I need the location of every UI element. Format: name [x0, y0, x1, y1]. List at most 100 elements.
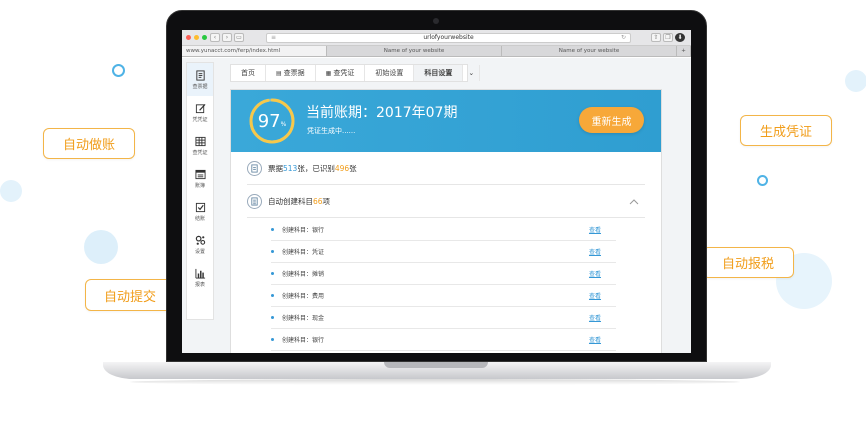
item-label: 创建科目：费用	[282, 293, 325, 300]
main-panel: 97% 当前账期：2017年07期 凭证生成中...... 重新生成 票据 513…	[230, 89, 662, 353]
screen: ‹ › ▭ ≡ urlofyourwebsite ↻ ⇧ ❐ ⬇ www.yun…	[182, 30, 691, 353]
receipts-prefix: 票据	[268, 163, 283, 173]
stage: 自动做账 生成凭证 自动报税 自动提交 ‹ › ▭ ≡ urlofyourweb…	[0, 0, 866, 423]
app: 查票据 凭凭证 查凭证 账簿 结账 设置 报表 首页 ▤ 查票据 ▦ 查凭证 初…	[182, 58, 691, 353]
new-tab-icon[interactable]: +	[677, 46, 691, 56]
laptop-notch	[384, 362, 488, 368]
grid-icon	[194, 136, 206, 146]
sidebar-item-label: 结账	[194, 215, 205, 222]
progress-percent: 97%	[247, 96, 297, 146]
camera-icon	[433, 18, 439, 24]
receipts-mid: 张，已识别	[297, 163, 335, 173]
sidebar-item-label: 查票据	[192, 83, 208, 90]
tab-label: 查票据	[283, 69, 305, 77]
address-bar[interactable]: ≡ urlofyourwebsite ↻	[266, 32, 631, 43]
list-icon	[247, 193, 262, 209]
document-icon	[195, 69, 205, 81]
bullet-icon	[271, 250, 274, 253]
accounts-prefix: 自动创建科目	[268, 196, 313, 206]
receipts-summary: 票据 513 张，已识别 496 张	[247, 152, 645, 185]
sidebar-item-make-voucher[interactable]: 凭凭证	[187, 96, 213, 129]
sidebar-item-label: 报表	[194, 281, 205, 288]
bullet-icon	[271, 338, 274, 341]
view-link[interactable]: 查看	[589, 247, 601, 256]
sidebar-item-receipts[interactable]: 查票据	[187, 63, 213, 96]
regenerate-button[interactable]: 重新生成	[579, 107, 644, 133]
back-icon[interactable]: ‹	[210, 33, 220, 42]
list-item: 创建科目：现金 查看	[271, 307, 616, 329]
pencil-icon	[195, 103, 206, 113]
sidebar-item-label: 凭凭证	[192, 116, 208, 123]
sidebar-item-ledger[interactable]: 账簿	[187, 162, 213, 195]
bullet-icon	[271, 228, 274, 231]
download-icon[interactable]: ⬇	[675, 33, 685, 42]
check-icon	[195, 202, 205, 212]
tag-generate-voucher: 生成凭证	[740, 115, 832, 146]
sidebar-item-label: 设置	[194, 248, 205, 255]
browser-tab[interactable]: Name of your website	[327, 46, 502, 56]
list-item: 创建科目：银行 查看	[271, 329, 616, 351]
lines-icon: ≡	[271, 34, 277, 41]
browser-tab[interactable]: Name of your website	[502, 46, 677, 56]
minimize-light-icon[interactable]	[194, 35, 199, 40]
accounts-summary[interactable]: 自动创建科目 66 项	[247, 185, 645, 218]
sidebar-item-close-books[interactable]: 结账	[187, 195, 213, 228]
reload-icon[interactable]: ↻	[621, 34, 626, 41]
view-link[interactable]: 查看	[589, 291, 601, 300]
item-label: 创建科目：现金	[282, 315, 325, 322]
percent-value: 97	[257, 110, 281, 132]
forward-icon[interactable]: ›	[222, 33, 232, 42]
tab-home[interactable]: 首页	[231, 65, 266, 81]
decor-circle	[112, 64, 125, 77]
sidebar-item-label: 账簿	[194, 182, 205, 189]
close-light-icon[interactable]	[186, 35, 191, 40]
tag-auto-bookkeeping: 自动做账	[43, 128, 135, 159]
tab-account-settings[interactable]: 科目设置	[414, 65, 464, 81]
tab-vouchers[interactable]: ▦ 查凭证	[316, 65, 366, 81]
ledger-icon	[194, 169, 206, 179]
decor-circle	[84, 230, 118, 264]
decor-circle	[757, 175, 768, 186]
sidebar-item-reports[interactable]: 报表	[187, 261, 213, 294]
accounts-count: 66	[313, 196, 323, 206]
item-label: 创建科目：银行	[282, 227, 325, 234]
sidebar: 查票据 凭凭证 查凭证 账簿 结账 设置 报表	[186, 62, 214, 320]
chevron-down-icon[interactable]: ⌄	[463, 65, 481, 81]
view-link[interactable]: 查看	[589, 225, 601, 234]
tabs-icon[interactable]: ❐	[663, 33, 673, 42]
item-label: 创建科目：凭证	[282, 249, 325, 256]
tab-init-settings[interactable]: 初始设置	[365, 65, 415, 81]
generation-status: 凭证生成中......	[307, 127, 356, 135]
tab-label: 查凭证	[333, 69, 355, 77]
receipts-count: 513	[283, 163, 298, 173]
sidebar-item-settings[interactable]: 设置	[187, 228, 213, 261]
item-label: 创建科目：摊销	[282, 271, 325, 278]
receipts-recognized: 496	[334, 163, 350, 173]
period-banner: 97% 当前账期：2017年07期 凭证生成中...... 重新生成	[231, 90, 661, 152]
list-item: 创建科目：凭证 查看	[271, 241, 616, 263]
view-link[interactable]: 查看	[589, 335, 601, 344]
percent-unit: %	[280, 120, 287, 128]
sidebar-item-label: 查凭证	[192, 149, 208, 156]
sidebar-toggle-icon[interactable]: ▭	[234, 33, 244, 42]
view-link[interactable]: 查看	[589, 269, 601, 278]
browser-tab-active[interactable]: www.yunacct.com/ferp/index.html	[182, 46, 327, 56]
accounts-suffix: 项	[322, 196, 331, 206]
chevron-up-icon[interactable]	[627, 195, 641, 209]
tag-auto-submit: 自动提交	[85, 279, 175, 311]
view-link[interactable]: 查看	[589, 313, 601, 322]
gears-icon	[195, 235, 205, 245]
tag-auto-tax: 自动报税	[702, 247, 794, 278]
share-icon[interactable]: ⇧	[651, 33, 661, 42]
bullet-icon	[271, 272, 274, 275]
receipt-icon	[247, 160, 262, 176]
sidebar-item-vouchers[interactable]: 查凭证	[187, 129, 213, 162]
bar-chart-icon	[194, 268, 205, 279]
list-item: 创建科目：摊销 查看	[271, 263, 616, 285]
current-period: 当前账期：2017年07期	[306, 105, 458, 121]
browser-toolbar: ‹ › ▭ ≡ urlofyourwebsite ↻ ⇧ ❐ ⬇	[182, 30, 691, 46]
tab-receipts[interactable]: ▤ 查票据	[266, 65, 316, 81]
document-icon: ▤	[276, 69, 282, 77]
zoom-light-icon[interactable]	[202, 35, 207, 40]
receipts-suffix: 张	[349, 163, 357, 173]
